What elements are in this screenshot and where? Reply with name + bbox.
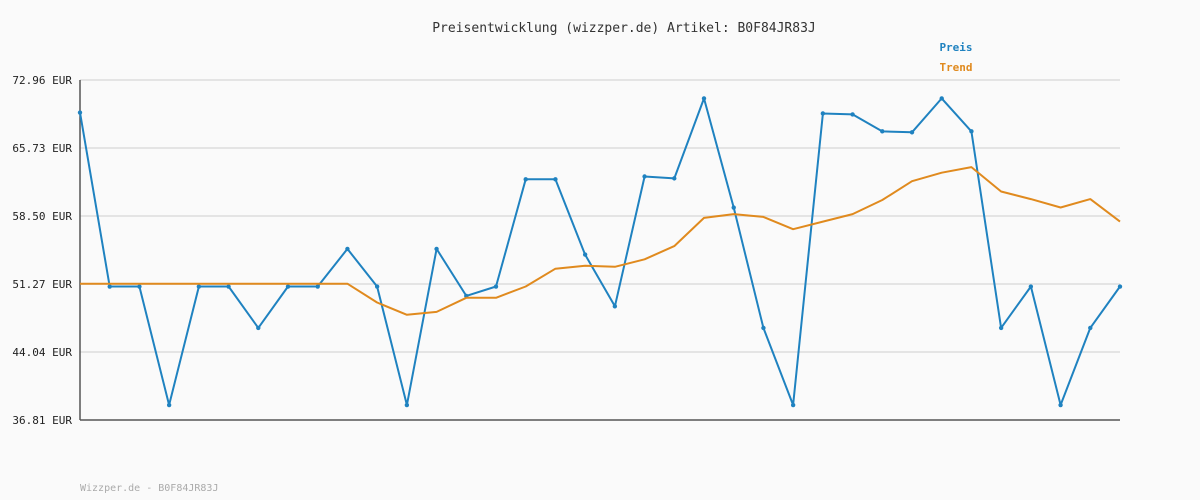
series-line-trend — [80, 166, 1121, 316]
data-point — [790, 402, 796, 408]
series-lines — [77, 96, 1123, 408]
data-point — [1117, 284, 1123, 289]
data-point — [493, 284, 499, 289]
data-point — [1058, 402, 1063, 408]
data-point — [701, 96, 707, 101]
y-tick-label: 51.27 EUR — [12, 278, 72, 291]
y-tick-label: 36.81 EUR — [12, 414, 72, 427]
data-point — [850, 112, 855, 117]
data-point — [345, 246, 350, 252]
chart-title: Preisentwicklung (wizzper.de) Artikel: B… — [432, 21, 816, 36]
data-point — [553, 177, 558, 182]
data-point — [612, 304, 618, 309]
data-point — [998, 325, 1004, 331]
data-point — [166, 402, 172, 408]
grid-lines — [80, 79, 1120, 353]
data-point — [226, 284, 231, 289]
data-point — [137, 284, 142, 289]
data-point — [256, 325, 261, 331]
y-tick-label: 65.73 EUR — [12, 142, 72, 155]
data-point — [880, 129, 885, 134]
data-point — [107, 284, 112, 289]
data-point — [404, 402, 410, 408]
footer-credit: Wizzper.de - B0F84JR83J — [80, 483, 218, 494]
legend-label-preis: Preis — [939, 41, 972, 54]
y-axis-ticks: 72.96 EUR 65.73 EUR 58.50 EUR 51.27 EUR 44.0… — [12, 74, 72, 427]
data-point — [1088, 325, 1093, 331]
price-chart: Preisentwicklung (wizzper.de) Artikel: B… — [12, 21, 1123, 494]
legend-label-trend: Trend — [939, 61, 972, 74]
data-point — [1028, 284, 1034, 289]
data-point — [909, 130, 915, 135]
y-tick-label: 44.04 EUR — [12, 346, 72, 359]
data-point — [642, 174, 647, 179]
data-point — [523, 177, 528, 182]
data-point — [374, 284, 380, 289]
data-point — [761, 325, 766, 331]
data-point — [672, 176, 677, 181]
y-tick-label: 72.96 EUR — [12, 74, 72, 87]
series-line-preis — [79, 97, 1121, 406]
data-point — [582, 252, 588, 257]
data-point — [196, 284, 202, 289]
data-point — [939, 96, 944, 101]
data-point — [731, 205, 736, 210]
data-point — [969, 129, 974, 134]
data-point — [77, 110, 83, 115]
data-point — [285, 284, 291, 289]
data-point — [434, 246, 439, 252]
data-point — [820, 111, 826, 116]
y-tick-label: 58.50 EUR — [12, 210, 72, 223]
data-point — [315, 284, 320, 289]
